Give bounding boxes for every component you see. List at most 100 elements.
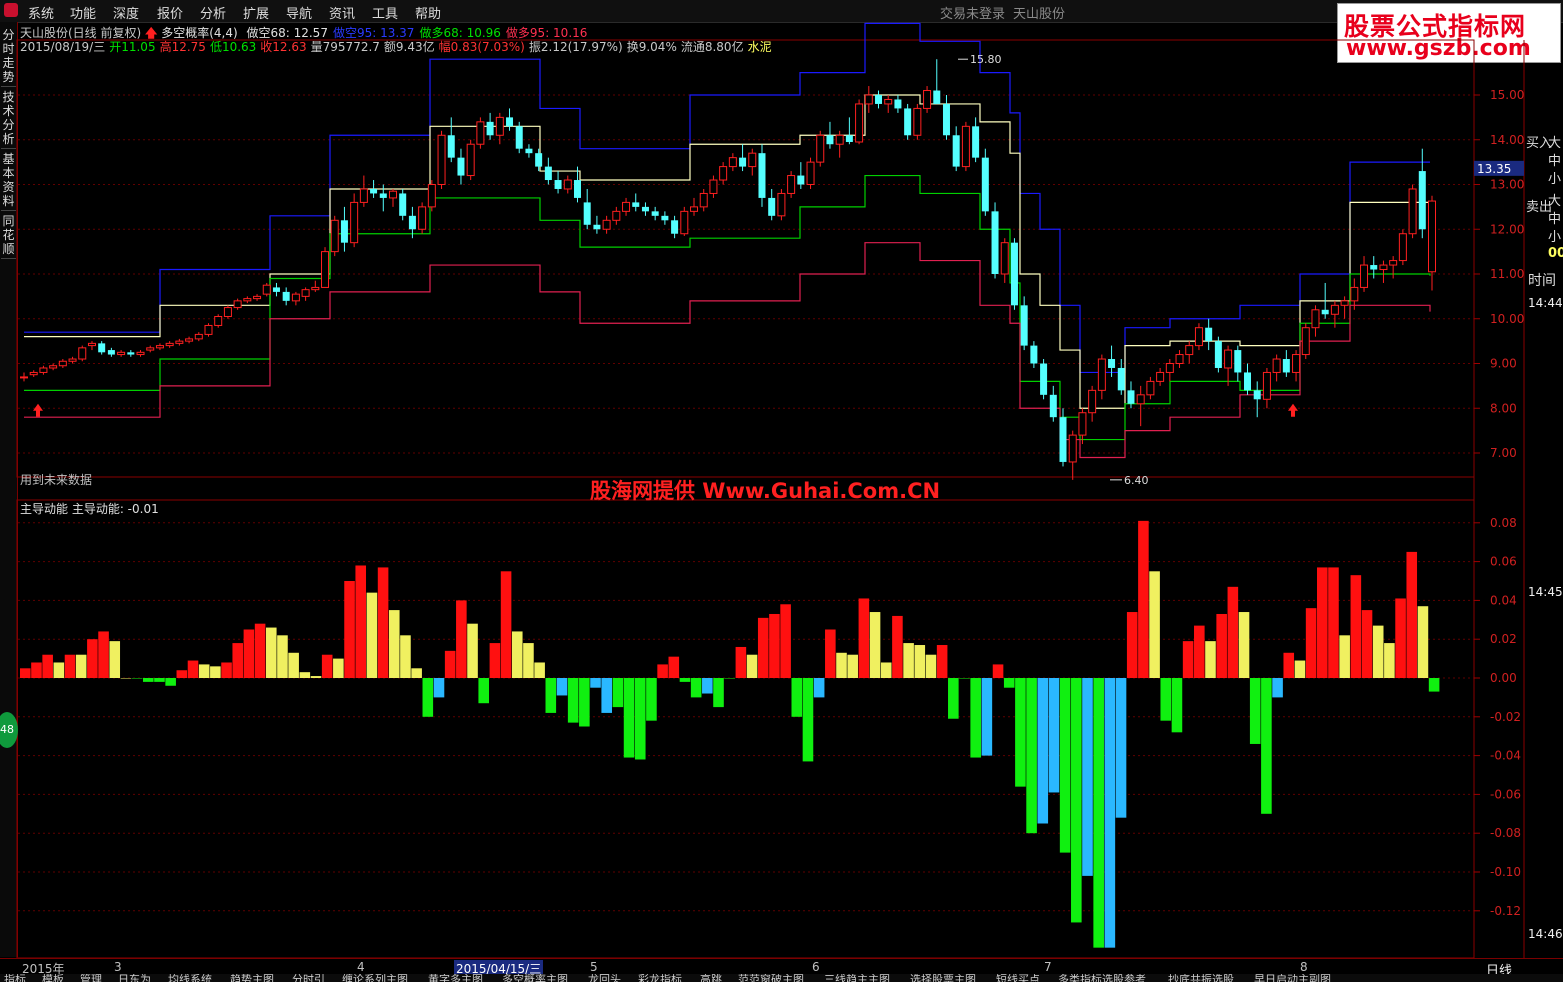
bottom-tab[interactable]: 多空概率主图: [502, 974, 568, 982]
menu-quote[interactable]: 报价: [157, 3, 183, 22]
energy-bar: [634, 678, 646, 760]
bottom-tab[interactable]: 三线趋主主图: [824, 974, 890, 982]
energy-bar: [433, 678, 445, 698]
bottom-tab[interactable]: 彩龙指标: [638, 974, 682, 982]
right-panel: 买入 卖出 大 中 小 大 中 小 000 时间 14:44: [1524, 130, 1563, 315]
energy-bar: [746, 654, 758, 678]
energy-bar: [1115, 678, 1127, 818]
candle-body: [1136, 394, 1145, 405]
energy-bar: [75, 654, 87, 678]
candle-body: [1059, 417, 1067, 462]
energy-bar: [858, 598, 870, 678]
energy-bar: [869, 612, 881, 678]
candle-body: [495, 116, 504, 136]
bottom-tab[interactable]: 高跳: [700, 974, 722, 982]
menu-help[interactable]: 帮助: [415, 3, 441, 22]
energy-bar: [187, 660, 199, 678]
energy-bar: [1328, 567, 1339, 678]
bottom-tab[interactable]: 分时引: [292, 974, 325, 982]
candle-body: [1301, 327, 1310, 356]
candle-body: [1000, 242, 1009, 275]
bottom-tab[interactable]: 抄底共振选股: [1168, 974, 1234, 982]
menu-tools[interactable]: 工具: [372, 3, 398, 22]
energy-bar: [936, 645, 948, 678]
menu-navigate[interactable]: 导航: [286, 3, 312, 22]
energy-bar: [288, 652, 299, 678]
energy-bar: [1249, 678, 1261, 744]
candle-body: [223, 307, 232, 318]
energy-bar: [1003, 678, 1015, 688]
energy-bar: [948, 678, 959, 719]
energy-tick-label: -0.08: [1490, 826, 1521, 840]
candle-body: [835, 134, 844, 145]
candle-body: [864, 94, 873, 105]
energy-bar: [1372, 625, 1384, 678]
energy-bar: [523, 643, 534, 678]
menu-depth[interactable]: 深度: [113, 3, 139, 22]
energy-tick-label: 0.00: [1490, 671, 1517, 685]
candle-body: [1068, 434, 1077, 463]
kline-chart[interactable]: 15.00 14.00 13.00 12.00 11.00 10.00 9.00 8.00 7.…: [0, 22, 1563, 958]
candle-body: [58, 360, 67, 367]
candle-body: [39, 367, 48, 373]
window-stock-name: 天山股份: [1013, 7, 1066, 22]
current-price-label: 13.35: [1477, 162, 1511, 176]
energy-bar: [355, 565, 367, 678]
candle-body: [1146, 380, 1155, 396]
price-tick-label: 11.00: [1490, 267, 1524, 281]
bottom-tab[interactable]: 趋势主图: [230, 974, 274, 982]
time-1: 14:44: [1528, 296, 1563, 310]
energy-bar: [825, 629, 836, 678]
candle-body: [1175, 354, 1184, 364]
date-label: 5: [590, 960, 598, 974]
bottom-tab[interactable]: 均线系统: [168, 974, 212, 982]
energy-bar: [623, 678, 635, 758]
energy-bar: [422, 678, 434, 717]
bottom-tab[interactable]: 黄字多主图: [428, 974, 483, 982]
energy-bar: [154, 678, 165, 682]
energy-bar: [1015, 678, 1026, 787]
bottom-tab[interactable]: 指标: [4, 974, 26, 982]
bottom-tab[interactable]: 缠论系列主图: [342, 974, 408, 982]
candle-body: [311, 286, 320, 291]
candle-body: [29, 371, 38, 376]
candle-body: [379, 193, 387, 198]
candle-body: [1330, 304, 1339, 315]
energy-bar: [1160, 678, 1172, 721]
energy-bar: [221, 662, 232, 678]
candle-body: [1049, 394, 1057, 418]
candle-body: [175, 340, 184, 344]
login-status[interactable]: 交易未登录: [940, 3, 1005, 22]
bottom-tab[interactable]: 选择股票主图: [910, 974, 976, 982]
bottom-tab[interactable]: 早日启动主副图: [1254, 974, 1331, 982]
candle-body: [87, 342, 96, 347]
candle-body: [806, 161, 815, 185]
menu-extend[interactable]: 扩展: [243, 3, 269, 22]
energy-bar: [959, 678, 970, 679]
candle-body: [671, 220, 679, 234]
time-2: 14:45: [1528, 585, 1563, 599]
candle-body: [933, 90, 941, 104]
menu-analysis[interactable]: 分析: [200, 3, 226, 22]
energy-bar: [1194, 625, 1205, 678]
bottom-tab[interactable]: 短线买点: [996, 974, 1040, 982]
bottom-tab[interactable]: 管理: [80, 974, 102, 982]
candle-body: [68, 358, 77, 362]
candle-body: [370, 188, 378, 194]
menu-function[interactable]: 功能: [70, 3, 96, 22]
energy-bar: [277, 635, 288, 678]
energy-tick-label: 0.04: [1490, 593, 1517, 607]
app-logo-icon[interactable]: [4, 3, 18, 17]
bottom-tab[interactable]: 日东为: [118, 974, 151, 982]
menu-system[interactable]: 系统: [28, 3, 54, 22]
time-3: 14:46: [1528, 927, 1563, 941]
bottom-tab[interactable]: 龙回头: [588, 974, 621, 982]
menu-news[interactable]: 资讯: [329, 3, 355, 22]
bottom-tab[interactable]: 范范窗破主图: [738, 974, 804, 982]
bottom-tab[interactable]: 模板: [42, 974, 64, 982]
energy-bar: [836, 652, 847, 678]
small-label-2: 小: [1548, 230, 1562, 245]
energy-bar: [500, 571, 512, 678]
bottom-tab[interactable]: 多类指标选股参考: [1058, 974, 1146, 982]
energy-bar: [601, 678, 612, 713]
